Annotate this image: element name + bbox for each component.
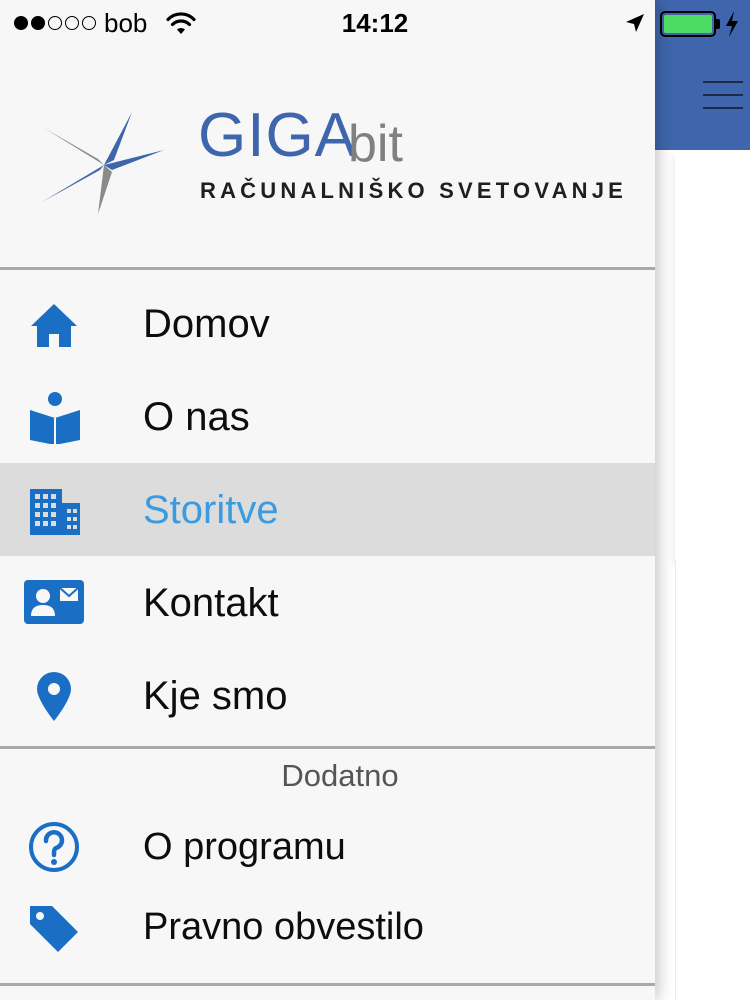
question-circle-icon — [29, 822, 79, 872]
charging-bolt-icon — [726, 11, 738, 37]
menu-item-domov[interactable]: Domov — [0, 277, 655, 370]
menu-item-storitve[interactable]: Storitve — [0, 463, 655, 556]
menu-item-label: Kontakt — [143, 581, 279, 625]
menu-item-kje-smo[interactable]: Kje smo — [0, 649, 655, 742]
tag-icon — [30, 906, 78, 952]
menu-item-label: Kje smo — [143, 674, 288, 718]
menu-item-label: Storitve — [143, 488, 279, 532]
menu-item-o-nas[interactable]: O nas — [0, 370, 655, 463]
logo-brand-primary: GIGA — [198, 101, 358, 170]
gigabit-logo: GIGA bit RAČUNALNIŠKO SVETOVANJE — [40, 101, 630, 215]
menu-item-o-programu[interactable]: O programu — [0, 808, 655, 886]
logo-divider — [0, 267, 655, 270]
menu-item-kontakt[interactable]: Kontakt — [0, 556, 655, 649]
logo-brand-secondary: bit — [348, 115, 403, 173]
contact-card-icon — [24, 580, 84, 624]
section-divider — [0, 746, 655, 749]
battery-icon — [660, 11, 716, 37]
menu-item-label: O nas — [143, 395, 250, 439]
hamburger-menu-icon[interactable] — [703, 78, 743, 112]
navigation-drawer: GIGA bit RAČUNALNIŠKO SVETOVANJE Domov O… — [0, 0, 655, 1000]
home-icon — [31, 304, 77, 347]
section-title-dodatno: Dodatno — [281, 758, 399, 793]
building-icon — [30, 489, 80, 535]
menu-item-label: O programu — [143, 826, 346, 868]
menu-item-pravno-obvestilo[interactable]: Pravno obvestilo — [0, 888, 655, 966]
main-content — [655, 0, 750, 1000]
location-pin-icon — [37, 672, 71, 721]
location-arrow-icon — [626, 14, 644, 32]
menu-item-label: Domov — [143, 302, 270, 346]
main-content-card — [675, 150, 750, 560]
battery-terminal — [716, 19, 720, 29]
status-bar: bob 14:12 — [0, 0, 750, 48]
star-logo-icon — [42, 112, 164, 214]
main-content-body — [675, 560, 750, 1000]
reader-book-icon — [30, 392, 80, 444]
menu-item-label: Pravno obvestilo — [143, 906, 424, 948]
logo-tagline: RAČUNALNIŠKO SVETOVANJE — [200, 178, 628, 203]
bottom-divider — [0, 983, 655, 986]
